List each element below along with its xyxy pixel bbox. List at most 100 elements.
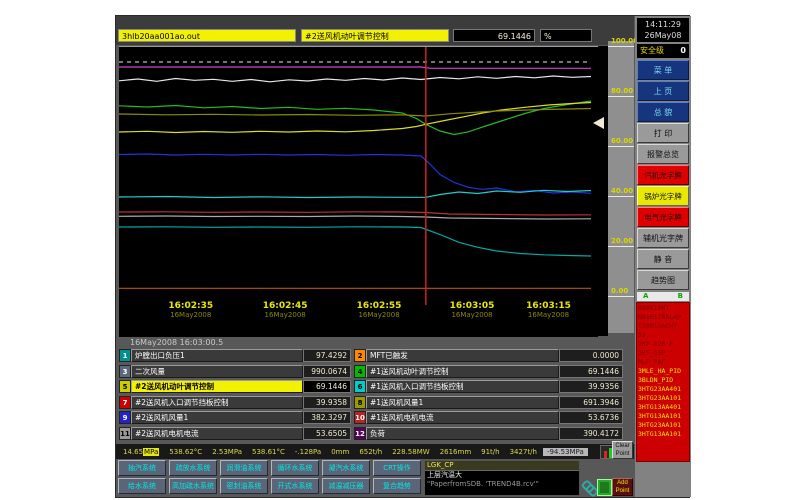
add-point-button[interactable]: Add Point — [612, 478, 633, 496]
toolbar-button[interactable]: 凝汽水系统 — [322, 460, 370, 476]
point-code[interactable]: 3HTG23AA101 — [638, 394, 688, 403]
pen-value: 97.4292 — [303, 349, 351, 362]
pen-value-marker-icon[interactable] — [593, 117, 604, 129]
status-segment: 0mm — [327, 448, 353, 456]
point-code[interactable]: 3HTG23AA401 — [638, 385, 688, 394]
point-code[interactable]: 3BLDN_PID — [638, 376, 688, 385]
point-code[interactable]: 1KF_G2P — [638, 349, 688, 358]
bottom-toolbar: 抽汽系统疏放水系统润滑油系统循环水系统凝汽水系统CRT操作 给水系统高加疏水系统… — [116, 460, 634, 497]
sidebar-button-gray[interactable]: 趋势图 — [637, 270, 689, 290]
pen-label: #2送风机电机电流 — [131, 427, 303, 440]
legend-row[interactable]: 5#2送风机动叶调节控制69.1446 — [119, 380, 351, 393]
x-tick-time: 16:02:35 — [160, 301, 222, 311]
clear-point-label-2: Point — [616, 451, 630, 457]
y-tick-label: 40.00 — [611, 187, 633, 195]
legend-row[interactable]: 10#1送风机电机电流53.6736 — [354, 411, 623, 424]
pen-label: #1送风机风量1 — [366, 396, 559, 409]
message-console[interactable]: LGK_CP上层汽温大"PaperfromSDB. 'TREND4B.rcv'" — [424, 460, 580, 496]
sidebar-button-red[interactable]: 汽机光字牌 — [637, 165, 689, 185]
point-description-field[interactable]: #2送风机动叶调节控制 — [301, 29, 449, 42]
legend-row[interactable]: 3二次风量990.0674 — [119, 365, 351, 378]
sidebar-button-yellow[interactable]: 锅炉光字牌 — [637, 186, 689, 206]
point-code[interactable]: D2 — [638, 331, 688, 340]
point-code[interactable]: B8901BHT — [638, 304, 688, 313]
point-code[interactable]: 1KF_G2P_F — [638, 340, 688, 349]
toolbar-button[interactable]: 抽汽系统 — [118, 460, 166, 476]
x-axis-labels: 16:02:3516May200816:02:4516May200816:02:… — [119, 301, 591, 335]
toolbar-button[interactable]: 复合趋势 — [373, 478, 421, 494]
toolbar-button[interactable]: 减温减压器 — [322, 478, 370, 494]
legend-row[interactable]: 7#2送风机入口调节挡板控制39.9358 — [119, 396, 351, 409]
trend-plot-area[interactable]: 16:02:3516May200816:02:4516May200816:02:… — [119, 46, 598, 337]
legend-row[interactable]: 2MFT已触发0.0000 — [354, 349, 623, 362]
toolbar-button[interactable]: 开式水系统 — [271, 478, 319, 494]
pen-value: 39.9356 — [559, 380, 623, 393]
toolbar-button[interactable]: 润滑油系统 — [220, 460, 268, 476]
legend-row[interactable]: 9#2送风机风量1382.3297 — [119, 411, 351, 424]
sidebar-button-blue[interactable]: 上 页 — [637, 81, 689, 101]
pen-color-chip: 3 — [119, 365, 131, 378]
toolbar-button[interactable]: 高加疏水系统 — [169, 478, 217, 494]
red-bar-icon — [604, 451, 607, 458]
legend-row[interactable]: 1炉膛出口负压197.4292 — [119, 349, 351, 362]
status-segment: -.128Pa — [291, 448, 325, 456]
screenshot-stage: 3hlb20aa001ao.out #2送风机动叶调节控制 69.1446 % … — [0, 0, 800, 500]
trend-line — [119, 227, 591, 256]
point-code[interactable]: T18E12ACHT — [638, 322, 688, 331]
panel-icon[interactable] — [597, 479, 612, 496]
group-a-label[interactable]: A — [643, 292, 648, 301]
point-code[interactable]: 3MLE_HA_PID — [638, 367, 688, 376]
point-code[interactable]: 3HTG23AA101 — [638, 421, 688, 430]
sidebar-button-gray[interactable]: 辅机光字牌 — [637, 228, 689, 248]
legend-row[interactable]: 12负荷390.4172 — [354, 427, 623, 440]
sidebar-button-blue[interactable]: 总 貌 — [637, 102, 689, 122]
clear-point-button[interactable]: Clear Point — [612, 441, 633, 459]
legend-row[interactable]: 11#2送风机电机电流53.6505 — [119, 427, 351, 440]
console-line: LGK_CP — [425, 461, 579, 471]
pen-value: 39.9358 — [303, 396, 351, 409]
status-segment: 2616mm — [436, 448, 475, 456]
toolbar-button[interactable]: 密封油系统 — [220, 478, 268, 494]
trend-group-selector[interactable]: A B — [637, 292, 689, 301]
status-values: 14.65MPa538.62°C2.53MPa538.61°C-.128Pa0m… — [116, 448, 600, 456]
sidebar-button-blue[interactable]: 菜 单 — [637, 60, 689, 80]
legend-row[interactable]: 8#1送风机风量1691.3946 — [354, 396, 623, 409]
status-segment: 652t/h — [355, 448, 386, 456]
legend-row[interactable]: 4#1送风机动叶调节控制69.1446 — [354, 365, 623, 378]
toolbar-button[interactable]: 循环水系统 — [271, 460, 319, 476]
pen-label: #1送风机动叶调节控制 — [366, 365, 559, 378]
status-segment: -94.53MPa — [543, 448, 588, 456]
trend-line — [119, 154, 591, 193]
toolbar-button[interactable]: CRT操作 — [373, 460, 421, 476]
group-b-label[interactable]: B — [678, 292, 683, 301]
x-tick-date: 16May2008 — [160, 311, 222, 319]
point-code[interactable]: MLF_PAF — [638, 358, 688, 367]
y-tick-label: 20.00 — [611, 237, 633, 245]
status-segment: 3427t/h — [506, 448, 541, 456]
sidebar-button-gray[interactable]: 报警总览 — [637, 144, 689, 164]
sidebar-button-red[interactable]: 电气光字牌 — [637, 207, 689, 227]
x-tick-date: 16May2008 — [254, 311, 316, 319]
point-code[interactable]: 3HTG13AA101 — [638, 430, 688, 439]
toolbar-button[interactable]: 疏放水系统 — [169, 460, 217, 476]
pen-label: MFT已触发 — [366, 349, 559, 362]
sidebar-button-gray[interactable]: 打 印 — [637, 123, 689, 143]
pen-label: #2送风机入口调节挡板控制 — [131, 396, 303, 409]
link-icon[interactable] — [582, 480, 596, 494]
x-tick-time: 16:03:05 — [441, 301, 503, 311]
point-tag-field[interactable]: 3hlb20aa001ao.out — [118, 29, 296, 42]
pen-legend-table: 1炉膛出口负压197.42922MFT已触发0.00003二次风量990.067… — [116, 349, 634, 443]
pen-value: 69.1446 — [303, 380, 351, 393]
trend-line — [119, 212, 591, 215]
pen-color-chip: 5 — [119, 380, 131, 393]
x-tick-time: 16:02:55 — [348, 301, 410, 311]
toolbar-button[interactable]: 给水系统 — [118, 478, 166, 494]
sidebar-button-gray[interactable]: 静 音 — [637, 249, 689, 269]
point-code[interactable]: N01E1785L#P — [638, 313, 688, 322]
point-code[interactable]: 3HTG13AA101 — [638, 412, 688, 421]
trend-line — [119, 76, 591, 82]
point-code[interactable]: 3HTG13AA401 — [638, 403, 688, 412]
y-axis-scale[interactable]: 100.0080.0060.0040.0020.000.00 — [608, 41, 634, 333]
dcs-trend-window: 3hlb20aa001ao.out #2送风机动叶调节控制 69.1446 % … — [115, 15, 690, 498]
legend-row[interactable]: 6#1送风机入口调节挡板控制39.9356 — [354, 380, 623, 393]
